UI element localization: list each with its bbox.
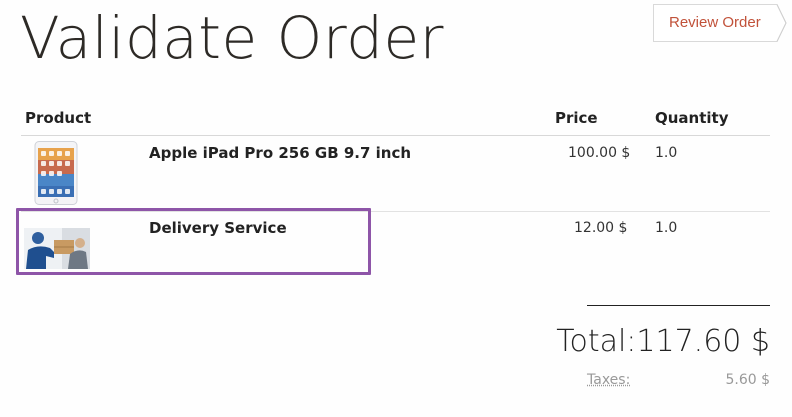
header-divider bbox=[21, 135, 770, 136]
total-divider bbox=[587, 305, 770, 306]
order-total: Total:117.60 $ bbox=[556, 324, 770, 359]
product-price-ipad: 100.00 $ bbox=[568, 145, 631, 161]
column-header-product: Product bbox=[25, 109, 92, 127]
page: Validate Order Review Order Product Pric… bbox=[0, 0, 792, 417]
product-price-delivery: 12.00 $ bbox=[574, 220, 628, 236]
total-value: 117.60 $ bbox=[636, 324, 770, 359]
column-header-price: Price bbox=[555, 109, 598, 127]
product-quantity-delivery: 1.0 bbox=[655, 220, 678, 236]
taxes-value: 5.60 $ bbox=[725, 372, 770, 388]
product-quantity-ipad: 1.0 bbox=[655, 145, 678, 161]
tablet-icon bbox=[34, 141, 78, 205]
taxes-label[interactable]: Taxes: bbox=[587, 372, 630, 388]
total-label: Total: bbox=[556, 324, 637, 359]
column-header-quantity: Quantity bbox=[655, 109, 729, 127]
breadcrumb-label[interactable]: Review Order bbox=[669, 14, 761, 31]
delivery-row-highlight bbox=[16, 208, 371, 275]
breadcrumb-review-order[interactable]: Review Order bbox=[653, 4, 792, 42]
page-title: Validate Order bbox=[20, 4, 444, 72]
product-name-ipad: Apple iPad Pro 256 GB 9.7 inch bbox=[149, 144, 412, 162]
